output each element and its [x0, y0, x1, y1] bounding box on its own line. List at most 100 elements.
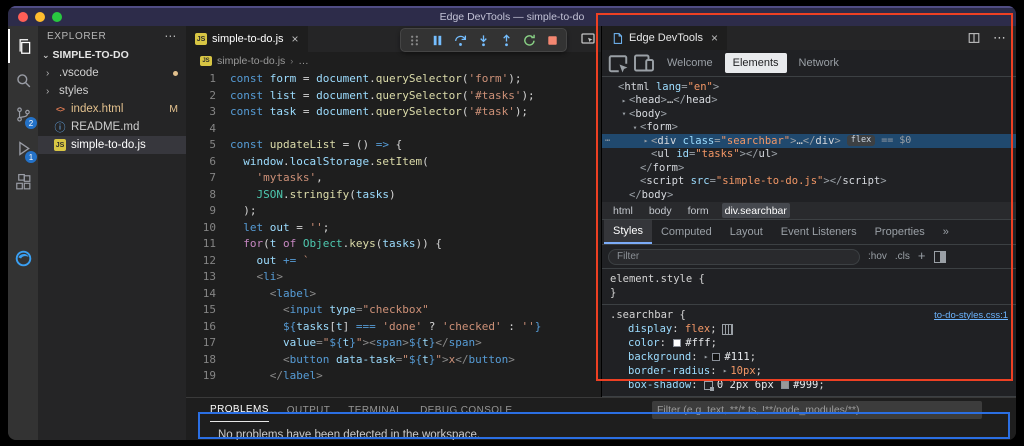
twisty-icon[interactable]: ▸ [641, 136, 651, 145]
breadcrumb[interactable]: JS simple-to-do.js › … [186, 52, 601, 70]
restart-button[interactable] [518, 29, 541, 51]
color-swatch-icon[interactable] [673, 339, 681, 347]
pause-button[interactable] [426, 29, 449, 51]
close-tab-icon[interactable]: × [292, 32, 299, 46]
pane-tab-layout[interactable]: Layout [721, 220, 772, 244]
file-tree-item[interactable]: JSsimple-to-do.js [38, 136, 186, 154]
expand-arrow-icon[interactable]: ▸ [704, 350, 709, 364]
activity-edge-button[interactable] [8, 241, 38, 275]
style-toggle-[interactable]: + [918, 248, 926, 263]
file-tree-item[interactable]: ›.vscode [38, 64, 186, 82]
toggle-sidebar-icon[interactable] [934, 251, 946, 263]
dom-node[interactable]: <html lang="en"> [602, 80, 1016, 94]
dom-crumb-div.searchbar[interactable]: div.searchbar [722, 203, 790, 218]
code-line: 3const task = document.querySelector('#t… [186, 104, 601, 121]
dom-node[interactable]: </form> [602, 161, 1016, 175]
dom-crumb-html[interactable]: html [610, 203, 636, 218]
dom-node[interactable]: ▾<body> [602, 107, 1016, 121]
devtools-panel-tab[interactable]: Edge DevTools × [602, 26, 727, 50]
devtools-tab-network[interactable]: Network [790, 50, 848, 76]
drag-button[interactable] [403, 29, 426, 51]
more-actions-icon[interactable]: ⋯ [164, 29, 177, 43]
css-property[interactable]: color: #fff; [610, 336, 1008, 350]
file-tree-item[interactable]: ›styles [38, 82, 186, 100]
style-toggle-hov[interactable]: :hov [868, 251, 887, 262]
pane-tab-event-listeners[interactable]: Event Listeners [772, 220, 866, 244]
panel-tab-problems[interactable]: PROBLEMS [210, 399, 269, 422]
twisty-icon[interactable]: ▾ [619, 109, 629, 118]
element-style-selector[interactable]: element.style { [610, 272, 1008, 286]
stylesheet-link[interactable]: to-do-styles.css:1 [934, 310, 1008, 321]
expand-arrow-icon[interactable]: ▸ [723, 364, 728, 378]
zoom-window-button[interactable] [52, 12, 62, 22]
pane-tab-properties[interactable]: Properties [866, 220, 934, 244]
pane-tab-styles[interactable]: Styles [604, 220, 652, 244]
inspect-window-icon[interactable] [580, 31, 596, 47]
step-over-button[interactable] [449, 29, 472, 51]
close-window-button[interactable] [18, 12, 28, 22]
dom-node[interactable]: <script src="simple-to-do.js"></script> [602, 175, 1016, 189]
flex-editor-icon[interactable] [722, 324, 733, 335]
dom-breadcrumbs: html body form div.searchbar [602, 202, 1016, 220]
editor-tab-simple-to-do-js[interactable]: JS simple-to-do.js × [186, 26, 308, 52]
devtools-tab-elements[interactable]: Elements [725, 53, 787, 73]
workspace-folder[interactable]: ⌄ SIMPLE-TO-DO [38, 46, 186, 64]
twisty-icon[interactable]: ▾ [630, 123, 640, 132]
dom-node[interactable]: <ul id="tasks"></ul> [602, 148, 1016, 162]
file-tree-item[interactable]: ⓘREADME.md [38, 118, 186, 136]
twisty-icon[interactable]: ▸ [619, 96, 629, 105]
panel-tab-terminal[interactable]: TERMINAL [348, 399, 402, 422]
pane-tab-»[interactable]: » [934, 220, 958, 244]
code-token: window [243, 155, 283, 168]
line-number: 14 [186, 286, 216, 303]
code-token: let [243, 221, 263, 234]
device-emulation-icon[interactable] [632, 52, 656, 74]
css-property[interactable]: background: ▸#111; [610, 350, 1008, 364]
shadow-icon[interactable] [704, 381, 713, 390]
panel-tab-debug-console[interactable]: DEBUG CONSOLE [420, 399, 512, 422]
dom-node[interactable]: ⋯▸<div class="searchbar">…</div>flex== $… [602, 134, 1016, 148]
code-text [216, 121, 230, 138]
style-toggle-cls[interactable]: .cls [895, 251, 910, 262]
styles-filter-input[interactable] [608, 249, 860, 265]
dom-crumb-body[interactable]: body [646, 203, 675, 218]
activity-source-control-button[interactable]: 2 [8, 97, 38, 131]
stop-button[interactable] [541, 29, 564, 51]
color-swatch-icon[interactable] [712, 353, 720, 361]
panel-tab-output[interactable]: OUTPUT [287, 399, 331, 422]
code-text: 'mytasks', [216, 170, 323, 187]
file-tree-item[interactable]: <>index.htmlM [38, 100, 186, 118]
dom-crumb-form[interactable]: form [685, 203, 712, 218]
devtools-tab-welcome[interactable]: Welcome [658, 50, 722, 76]
more-actions-icon[interactable]: ⋯ [993, 30, 1006, 46]
breadcrumb-tail[interactable]: … [298, 55, 309, 67]
color-swatch-icon[interactable] [781, 381, 789, 389]
step-into-button[interactable] [472, 29, 495, 51]
code-token: out [257, 254, 277, 267]
css-property[interactable]: box-shadow: 0 2px 6px #999; [610, 378, 1008, 392]
problems-filter-input[interactable] [657, 404, 977, 416]
rule-selector[interactable]: .searchbar { [610, 309, 686, 321]
activity-run-debug-button[interactable]: 1 [8, 131, 38, 165]
activity-search-button[interactable] [8, 63, 38, 97]
close-tab-icon[interactable]: × [711, 31, 718, 45]
dom-node[interactable]: </body> [602, 188, 1016, 202]
dom-token: > [711, 94, 717, 106]
breadcrumb-file[interactable]: simple-to-do.js [217, 55, 285, 67]
activity-explorer-button[interactable] [8, 29, 38, 63]
pane-tab-computed[interactable]: Computed [652, 220, 721, 244]
inspect-element-icon[interactable] [606, 52, 630, 74]
css-property[interactable]: display: flex; [610, 322, 1008, 336]
minimize-window-button[interactable] [35, 12, 45, 22]
step-out-button[interactable] [495, 29, 518, 51]
dom-node[interactable]: ▸<head>…</head> [602, 94, 1016, 108]
flex-badge[interactable]: flex [847, 135, 875, 146]
split-editor-icon[interactable] [967, 31, 981, 45]
dom-token: > [661, 108, 667, 120]
code-token: : [502, 320, 522, 333]
dom-node[interactable]: ▾<form> [602, 121, 1016, 135]
code-editor[interactable]: 1const form = document.querySelector('fo… [186, 70, 601, 397]
activity-extensions-button[interactable] [8, 165, 38, 199]
code-line: 10 let out = ''; [186, 220, 601, 237]
css-property[interactable]: border-radius: ▸10px; [610, 364, 1008, 378]
